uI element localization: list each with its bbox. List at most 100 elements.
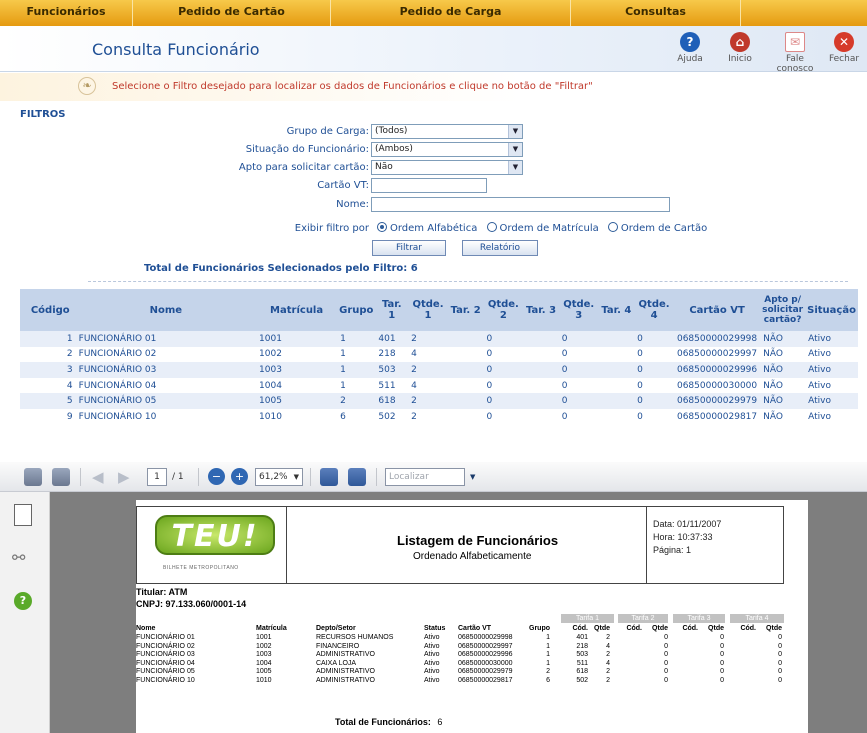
home-button[interactable]: ⌂ Inicio (718, 32, 762, 64)
table-cell: NÃO (760, 377, 806, 394)
cartao-input[interactable] (371, 178, 487, 193)
relatorio-button[interactable]: Relatório (462, 240, 538, 256)
tarifa-header-3: Tarifa 3 (673, 614, 725, 623)
col-qtde3[interactable]: Qtde. 3 (558, 289, 599, 331)
zoom-out-icon[interactable]: − (208, 468, 225, 485)
report-cell: FUNCIONÁRIO 01 (136, 634, 195, 641)
col-qtde4[interactable]: Qtde. 4 (634, 289, 674, 331)
col-grupo[interactable]: Grupo (337, 289, 376, 331)
report-column-header: Qtde (766, 625, 782, 632)
pdf-toolbar: ◀ ▶ 1 / 1 − + 61,2% ▼ Localizar ▼ (0, 462, 867, 492)
report-cell: FUNCIONÁRIO 05 (136, 668, 195, 676)
report-cell: 4 (606, 659, 610, 667)
table-row[interactable]: 3 FUNCIONÁRIO 03 1003 1 503 2 0 0 0 0685000002999… (20, 362, 858, 378)
print-icon[interactable] (24, 468, 42, 486)
next-page-icon[interactable]: ▶ (118, 468, 130, 486)
report-cell: 2 (546, 668, 550, 676)
grupo-value: (Todos) (375, 126, 408, 136)
prev-page-icon[interactable]: ◀ (92, 468, 104, 486)
table-cell (447, 346, 484, 363)
report-subtitle: Ordenado Alfabeticamente (413, 551, 532, 562)
table-cell (447, 377, 484, 394)
col-cartao-vt[interactable]: Cartão VT (673, 289, 761, 331)
table-cell: 0 (558, 346, 599, 363)
report-cell: 0 (664, 642, 668, 650)
table-cell: NÃO (760, 362, 806, 378)
col-matricula[interactable]: Matrícula (256, 289, 338, 331)
col-qtde1[interactable]: Qtde. 1 (408, 289, 448, 331)
table-row[interactable]: 9 FUNCIONÁRIO 10 1010 6 502 2 0 0 0 0685000002981… (20, 408, 858, 425)
instruction-text: Selecione o Filtro desejado para localiz… (112, 81, 593, 92)
report-total: Total de Funcionários: 6 (335, 717, 442, 727)
search-dropdown-icon[interactable]: ▼ (470, 468, 475, 486)
table-cell: 1 (20, 331, 76, 347)
table-cell: Ativo (805, 346, 858, 363)
report-cell: 1 (546, 651, 550, 659)
nav-item-pedido-carga[interactable]: Pedido de Carga (331, 0, 571, 26)
report-cell: 0 (778, 651, 782, 659)
col-tar4[interactable]: Tar. 4 (598, 289, 635, 331)
contact-button[interactable]: ✉ Fale conosco (773, 32, 817, 74)
toolbar-separator (80, 468, 81, 486)
report-cell: 06850000029998 (458, 634, 513, 641)
binoculars-icon[interactable]: ⚯ (12, 548, 25, 567)
report-title-box: Listagem de Funcionários Ordenado Alfabe… (287, 507, 647, 583)
report-cell: 401 (576, 634, 588, 641)
help-button[interactable]: ? Ajuda (668, 32, 712, 64)
fit-page-icon[interactable] (348, 468, 366, 486)
report-cell: Ativo (424, 642, 440, 650)
table-cell (598, 408, 635, 425)
fit-width-icon[interactable] (320, 468, 338, 486)
radio-ordem-alfabetica[interactable]: Ordem Alfabética (377, 222, 477, 234)
report-cell: 618 (576, 668, 588, 676)
table-cell: 4 (408, 346, 448, 363)
report-cell: 0 (720, 642, 724, 650)
report-cell: 1001 (256, 634, 272, 641)
table-row[interactable]: 2 FUNCIONÁRIO 02 1002 1 218 4 0 0 0 0685000002999… (20, 346, 858, 363)
col-codigo[interactable]: Código (20, 289, 76, 331)
nav-item-pedido-cartao[interactable]: Pedido de Cartão (133, 0, 331, 26)
table-row[interactable]: 5 FUNCIONÁRIO 05 1005 2 618 2 0 0 0 0685000002997… (20, 393, 858, 409)
close-label: Fechar (828, 54, 860, 64)
radio-ordem-matricula[interactable]: Ordem de Matrícula (486, 222, 599, 234)
report-cell: 0 (778, 642, 782, 650)
report-titular: Titular: ATM (136, 587, 188, 597)
table-cell: 1010 (256, 408, 338, 425)
zoom-in-icon[interactable]: + (231, 468, 248, 485)
situacao-select[interactable]: (Ambos) ▼ (371, 142, 523, 157)
nav-item-funcionarios[interactable]: Funcionários (0, 0, 133, 26)
help-icon[interactable]: ? (14, 592, 32, 610)
report-cell: 2 (606, 668, 610, 676)
report-cell: 06850000029817 (458, 677, 513, 684)
table-cell: 0 (483, 362, 524, 378)
table-row[interactable]: 1 FUNCIONÁRIO 01 1001 1 401 2 0 0 0 0685000002999… (20, 331, 858, 347)
table-cell: 618 (375, 393, 409, 409)
filtrar-button[interactable]: Filtrar (372, 240, 446, 256)
nav-item-consultas[interactable]: Consultas (571, 0, 741, 26)
apto-select[interactable]: Não ▼ (371, 160, 523, 175)
report-cell: FUNCIONÁRIO 02 (136, 642, 195, 650)
col-tar3[interactable]: Tar. 3 (523, 289, 559, 331)
pages-icon[interactable] (14, 504, 32, 526)
radio-ordem-cartao[interactable]: Ordem de Cartão (607, 222, 707, 234)
table-cell: 2 (408, 393, 448, 409)
col-nome[interactable]: Nome (75, 289, 257, 331)
table-cell: 3 (20, 362, 76, 378)
col-tar1[interactable]: Tar. 1 (375, 289, 409, 331)
page-number-input[interactable]: 1 (147, 468, 167, 486)
report-cell: 1 (546, 634, 550, 641)
col-qtde2[interactable]: Qtde. 2 (483, 289, 524, 331)
nome-input[interactable] (371, 197, 670, 212)
col-apto[interactable]: Apto p/ solicitar cartão? (760, 289, 806, 331)
table-cell: 2 (408, 408, 448, 425)
col-tar2[interactable]: Tar. 2 (447, 289, 484, 331)
table-cell: 1 (337, 377, 376, 394)
close-button[interactable]: ✕ Fechar (822, 32, 866, 64)
zoom-select[interactable]: 61,2% ▼ (255, 468, 303, 486)
search-input[interactable]: Localizar (385, 468, 465, 486)
divider (88, 281, 848, 282)
grupo-select[interactable]: (Todos) ▼ (371, 124, 523, 139)
table-row[interactable]: 4 FUNCIONÁRIO 04 1004 1 511 4 0 0 0 0685000003000… (20, 377, 858, 394)
col-situacao[interactable]: Situação (805, 289, 858, 331)
save-icon[interactable] (52, 468, 70, 486)
